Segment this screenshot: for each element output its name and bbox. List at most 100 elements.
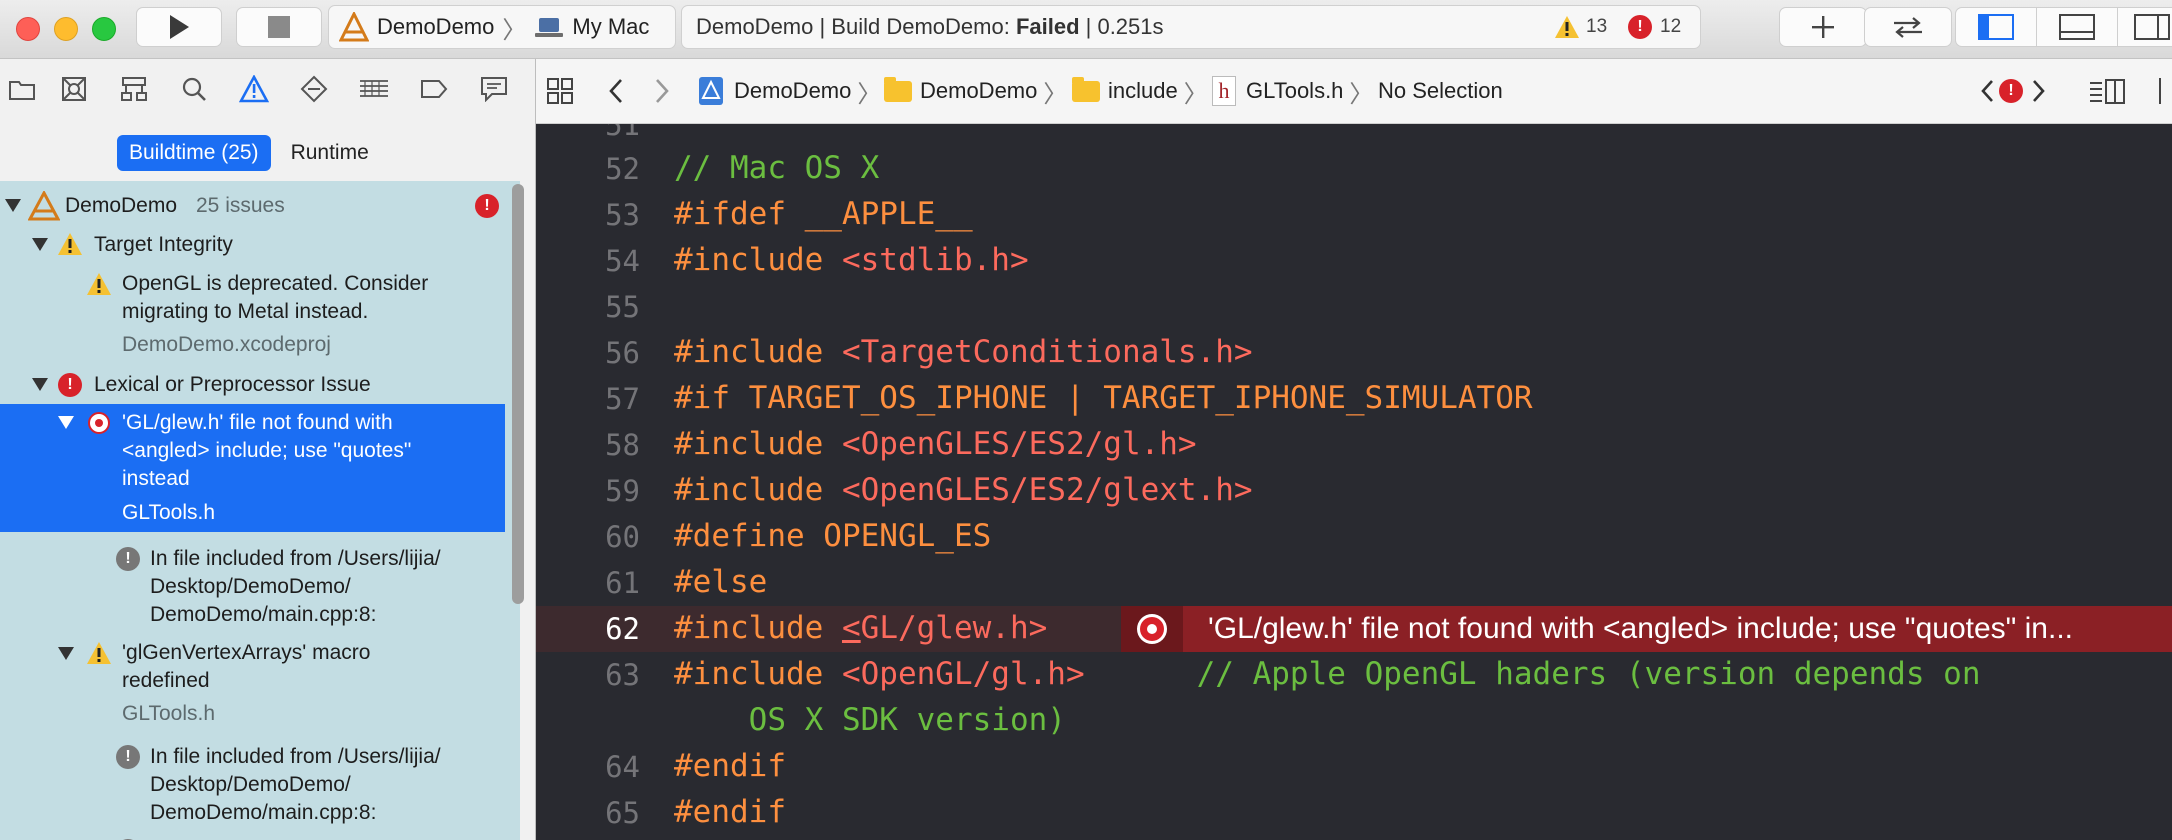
code-keyword: #include — [674, 426, 842, 462]
navigator-selector-bar — [0, 59, 535, 119]
line-number: 65 — [605, 796, 640, 830]
breadcrumb-subfolder[interactable]: include 〉 — [1072, 59, 1208, 123]
scheme-selector[interactable]: DemoDemo 〉 My Mac — [328, 5, 676, 49]
editor-options-button[interactable] — [2088, 59, 2126, 123]
line-number: 52 — [605, 152, 640, 186]
next-issue-button[interactable] — [2030, 59, 2048, 123]
header-file-icon: h — [1212, 76, 1236, 106]
issue-item-opengl-deprecated[interactable]: OpenGL is deprecated. Consider migrating… — [0, 266, 505, 356]
chevron-right-icon — [2033, 80, 2045, 102]
close-window-button[interactable] — [16, 17, 40, 41]
breadcrumb-symbol[interactable]: No Selection — [1378, 59, 1503, 123]
run-button[interactable] — [136, 7, 222, 47]
issue-group-title: Target Integrity — [94, 233, 233, 256]
activity-prefix: DemoDemo | Build DemoDemo: — [696, 14, 1016, 39]
line-number: 63 — [605, 658, 640, 692]
note-line: Desktop/DemoDemo/ — [150, 575, 351, 598]
breadcrumb-project[interactable]: DemoDemo 〉 — [698, 59, 881, 123]
code-line: #define OPENGL_ES — [674, 518, 992, 554]
disclosure-triangle-icon — [32, 378, 48, 391]
issue-file: GLTools.h — [122, 702, 215, 725]
code-line: #include <OpenGL/gl.h> // Apple OpenGL h… — [674, 656, 1980, 692]
chevron-left-icon — [1981, 80, 1993, 102]
search-icon — [182, 77, 206, 101]
project-navigator-tab[interactable] — [0, 59, 44, 119]
project-row[interactable]: DemoDemo 25 issues ! — [0, 191, 505, 221]
minimize-window-button[interactable] — [54, 17, 78, 41]
code-line-continuation: OS X SDK version) — [674, 702, 1066, 738]
forward-button[interactable] — [652, 59, 672, 123]
toggle-inspector-button[interactable] — [2117, 7, 2172, 47]
warning-count: 13 — [1586, 16, 1608, 37]
add-library-button[interactable] — [1779, 7, 1867, 47]
gauge-lines-icon — [360, 80, 388, 97]
bottom-panel-icon — [2059, 14, 2095, 40]
code-line: // Mac OS X — [674, 150, 880, 186]
toggle-debug-area-button[interactable] — [2036, 7, 2118, 47]
tab-runtime[interactable]: Runtime — [279, 135, 381, 171]
previous-issue-button[interactable] — [1978, 59, 1996, 123]
note-line: Desktop/DemoDemo/ — [150, 773, 351, 796]
source-control-icon — [62, 77, 86, 101]
stop-button[interactable] — [236, 7, 322, 47]
note-line: In file included from /Users/lijia/ — [150, 745, 441, 768]
warning-icon — [1555, 16, 1579, 38]
hierarchy-icon — [121, 77, 147, 101]
debug-navigator-tab[interactable] — [344, 59, 404, 119]
symbol-navigator-tab[interactable] — [104, 59, 164, 119]
xcode-project-icon — [699, 77, 723, 105]
chevron-right-icon: 〉 — [502, 16, 527, 44]
error-count-badge[interactable]: ! 12 — [1628, 15, 1681, 39]
issue-note-included-from[interactable]: ! In file included from /Users/lijia/ De… — [0, 739, 505, 829]
issue-group-lexical[interactable]: ! Lexical or Preprocessor Issue — [0, 370, 505, 400]
source-editor[interactable]: 51 52 53 54 55 56 57 58 59 60 61 62 63 6… — [536, 124, 2172, 840]
issue-navigator-tab[interactable] — [224, 59, 284, 119]
inline-error-icon-button[interactable] — [1121, 606, 1183, 652]
line-number: 60 — [605, 520, 640, 554]
note-line: DemoDemo/main.cpp:8: — [150, 801, 377, 824]
code-error-marker: < — [841, 610, 861, 646]
info-icon: ! — [116, 745, 140, 769]
tab-buildtime[interactable]: Buildtime (25) — [117, 135, 271, 171]
code-review-button[interactable] — [1864, 7, 1952, 47]
issue-note-included-from[interactable]: ! In file included from /Users/lijia/ De… — [0, 541, 505, 631]
error-stop-icon — [88, 412, 110, 434]
issue-item-glgenvertexarrays[interactable]: 'glGenVertexArrays' macro redefined GLTo… — [0, 637, 505, 727]
find-navigator-tab[interactable] — [164, 59, 224, 119]
code-string: <stdlib.h> — [841, 242, 1029, 278]
app-target-icon — [339, 12, 369, 42]
zoom-window-button[interactable] — [92, 17, 116, 41]
navigator-scrollbar[interactable] — [512, 184, 524, 604]
warning-count-badge[interactable]: 13 — [1554, 15, 1607, 39]
source-control-navigator-tab[interactable] — [44, 59, 104, 119]
inline-error-message[interactable]: 'GL/glew.h' file not found with <angled>… — [1126, 606, 2172, 652]
back-button[interactable] — [606, 59, 626, 123]
scheme-project-label: DemoDemo — [377, 14, 495, 39]
test-navigator-tab[interactable] — [284, 59, 344, 119]
code-keyword: #include — [674, 472, 842, 508]
error-stop-icon — [1137, 614, 1167, 644]
issue-item-glew-not-found[interactable]: 'GL/glew.h' file not found with <angled>… — [0, 404, 505, 532]
related-items-button[interactable] — [546, 59, 574, 123]
error-icon: ! — [1999, 79, 2023, 103]
warning-icon — [87, 273, 111, 295]
breadcrumb-file[interactable]: h GLTools.h 〉 — [1212, 59, 1373, 123]
line-number: 54 — [605, 244, 640, 278]
chevron-left-icon — [609, 79, 622, 103]
code-line: #else — [674, 564, 768, 600]
issue-indicator[interactable]: ! — [1999, 59, 2023, 123]
folder-icon — [884, 76, 912, 102]
line-number: 57 — [605, 382, 640, 416]
code-line: #endif — [674, 748, 786, 784]
split-editor-button[interactable] — [2159, 59, 2171, 123]
lines-panel-icon — [2090, 79, 2125, 104]
line-number: 56 — [605, 336, 640, 370]
breadcrumb-folder[interactable]: DemoDemo 〉 — [884, 59, 1067, 123]
issue-group-target-integrity[interactable]: Target Integrity — [0, 230, 505, 260]
activity-viewer: DemoDemo | Build DemoDemo: Failed | 0.25… — [681, 5, 1701, 49]
issue-message-line: <angled> include; use "quotes" — [122, 439, 412, 462]
report-navigator-tab[interactable] — [464, 59, 524, 119]
toggle-navigator-button[interactable] — [1955, 7, 2037, 47]
breakpoint-navigator-tab[interactable] — [404, 59, 464, 119]
issue-message-line: instead — [122, 467, 190, 490]
